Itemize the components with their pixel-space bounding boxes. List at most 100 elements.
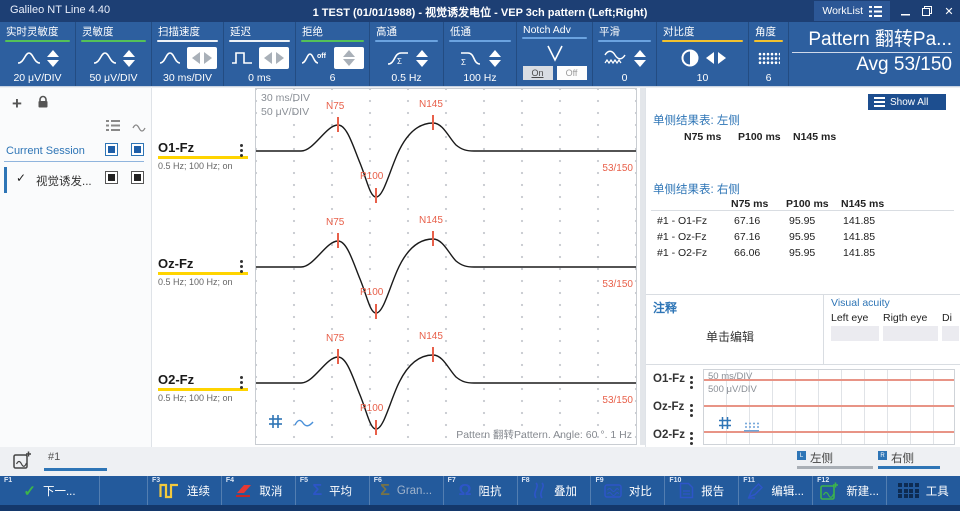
- marker-label-n145: N145: [419, 99, 443, 110]
- panel-value: 20 μV/DIV: [13, 72, 61, 84]
- mode-block: Pattern 翻转Pa... Avg 53/150: [789, 22, 960, 86]
- panel-sensitivity: 灵敏度 50 μV/DIV: [76, 22, 152, 86]
- marker-tick-n75[interactable]: [337, 117, 339, 132]
- new-trace-button[interactable]: F12 新建...: [813, 476, 887, 505]
- average-count: 53/150: [602, 279, 633, 290]
- active-side-indicator: [878, 466, 940, 469]
- va-right-input[interactable]: [883, 326, 938, 341]
- show-all-button[interactable]: Show All: [868, 94, 946, 110]
- report-button[interactable]: F10 报告: [665, 476, 739, 505]
- va-diff-input[interactable]: [942, 326, 959, 341]
- underline: [5, 40, 70, 42]
- mini-grid-icon[interactable]: [718, 416, 732, 435]
- col-n75: N75 ms: [684, 131, 721, 143]
- speed-spinner[interactable]: [187, 47, 217, 69]
- annotation-edit-area[interactable]: 单击编辑: [706, 328, 754, 345]
- mini-channel-menu-o1[interactable]: [690, 374, 693, 391]
- item-table-checkbox[interactable]: [105, 171, 118, 184]
- average-counter: Avg 53/150: [856, 54, 952, 76]
- mini-channel-menu-oz[interactable]: [690, 402, 693, 419]
- mini-channel-oz: Oz-Fz: [653, 401, 684, 413]
- channel-menu-o2[interactable]: [240, 374, 243, 391]
- delay-spinner[interactable]: [259, 47, 289, 69]
- highpass-filter-icon: Σ: [386, 50, 410, 66]
- check-icon: ✓: [16, 171, 26, 185]
- col-p100: P100 ms: [786, 198, 829, 210]
- divider: [646, 364, 960, 365]
- session-wave-checkbox[interactable]: [131, 143, 144, 156]
- highpass-spinner[interactable]: [416, 50, 428, 67]
- left-results-title: 单侧结果表: 左侧: [653, 112, 740, 128]
- session-item-vep[interactable]: ✓ 视觉诱发...: [4, 167, 148, 193]
- va-left-eye: Left eye: [831, 312, 868, 324]
- panel-smoothing: 平滑 0: [593, 22, 657, 86]
- trace-oz-fz[interactable]: N75 P100 N145 53/150: [256, 207, 637, 333]
- wave-view-icon[interactable]: [132, 119, 146, 137]
- sensitivity-spinner[interactable]: [47, 50, 59, 67]
- marker-tick-n75[interactable]: [337, 349, 339, 364]
- contrast-arrows[interactable]: [706, 52, 726, 64]
- annotation-title: 注释: [653, 299, 677, 316]
- sensitivity-spinner[interactable]: [123, 50, 135, 67]
- lowpass-spinner[interactable]: [489, 50, 501, 67]
- acquisition-toolbar: 实时灵敏度 20 μV/DIV 灵敏度 50 μV/DIV 扫描速度 30 ms…: [0, 22, 960, 87]
- next-button[interactable]: F1 ✓ 下一...: [0, 476, 100, 505]
- trace-o1-fz[interactable]: N75 P100 N145 53/150: [256, 91, 637, 217]
- marker-tick-n145[interactable]: [432, 115, 434, 130]
- row-label: #1 - O2-Fz: [657, 247, 707, 259]
- wave-mode-icon[interactable]: [294, 416, 314, 434]
- panel-label: 实时灵敏度: [0, 23, 75, 39]
- overlay-waves-icon: [531, 482, 547, 499]
- notch-off-button[interactable]: Off: [557, 66, 587, 80]
- channel-menu-oz[interactable]: [240, 258, 243, 275]
- add-icon[interactable]: +: [12, 94, 22, 114]
- overlay-button[interactable]: F8 叠加: [518, 476, 592, 505]
- close-button[interactable]: ✕: [938, 0, 960, 22]
- smoothing-spinner[interactable]: [634, 50, 646, 67]
- restore-button[interactable]: [916, 0, 938, 22]
- continuous-button[interactable]: F3 连续: [148, 476, 222, 505]
- tab-trace-1[interactable]: #1: [44, 451, 107, 463]
- cancel-button[interactable]: F4 取消: [222, 476, 296, 505]
- impedance-button[interactable]: F7 Ω 阻抗: [444, 476, 518, 505]
- reject-spinner[interactable]: [334, 47, 364, 69]
- va-left-input[interactable]: [831, 326, 879, 341]
- marker-tick-n75[interactable]: [337, 233, 339, 248]
- marker-tick-n145[interactable]: [432, 347, 434, 362]
- marker-tick-p100[interactable]: [375, 304, 377, 319]
- edit-button[interactable]: F11 编辑...: [739, 476, 813, 505]
- lock-icon[interactable]: [36, 95, 50, 114]
- notch-on-button[interactable]: On: [523, 66, 553, 80]
- channel-menu-o1[interactable]: [240, 142, 243, 159]
- session-table-checkbox[interactable]: [105, 143, 118, 156]
- waveform-chart[interactable]: 30 ms/DIV 50 μV/DIV N75 P100 N145 53/150…: [255, 88, 637, 445]
- item-wave-checkbox[interactable]: [131, 171, 144, 184]
- compare-button[interactable]: F9 对比: [591, 476, 665, 505]
- col-n145: N145 ms: [841, 198, 884, 210]
- minimize-button[interactable]: [894, 0, 916, 22]
- new-trace-tab-icon[interactable]: [13, 451, 32, 475]
- stimulus-caption: Pattern 翻转Pattern. Angle: 60 °. 1 Hz: [456, 427, 632, 442]
- session-item-label: 视觉诱发...: [36, 173, 92, 189]
- angle-grid-icon[interactable]: [758, 52, 780, 65]
- grid-toggle-icon[interactable]: [268, 414, 283, 434]
- smooth-icon: [604, 49, 628, 67]
- marker-label-p100: P100: [360, 287, 383, 298]
- worklist-button[interactable]: WorkList: [814, 1, 890, 21]
- mini-dots-mode-icon[interactable]: [744, 419, 759, 437]
- pen-icon: [747, 482, 764, 499]
- va-diff: Di: [942, 312, 952, 324]
- panel-sweep-speed: 扫描速度 30 ms/DIV: [152, 22, 224, 86]
- mini-channel-menu-o2[interactable]: [690, 430, 693, 447]
- tools-button[interactable]: 工具: [887, 476, 960, 505]
- table-view-icon[interactable]: [106, 118, 120, 136]
- compare-icon: [604, 483, 622, 499]
- marker-tick-n145[interactable]: [432, 231, 434, 246]
- marker-tick-p100[interactable]: [375, 188, 377, 203]
- average-button[interactable]: F5 Σ 平均: [296, 476, 370, 505]
- active-tab-indicator: [44, 468, 107, 471]
- raw-signal-chart[interactable]: 50 ms/DIV 500 μV/DIV: [703, 369, 955, 445]
- average-count: 53/150: [602, 395, 633, 406]
- marker-tick-p100[interactable]: [375, 420, 377, 435]
- svg-text:off: off: [317, 53, 327, 60]
